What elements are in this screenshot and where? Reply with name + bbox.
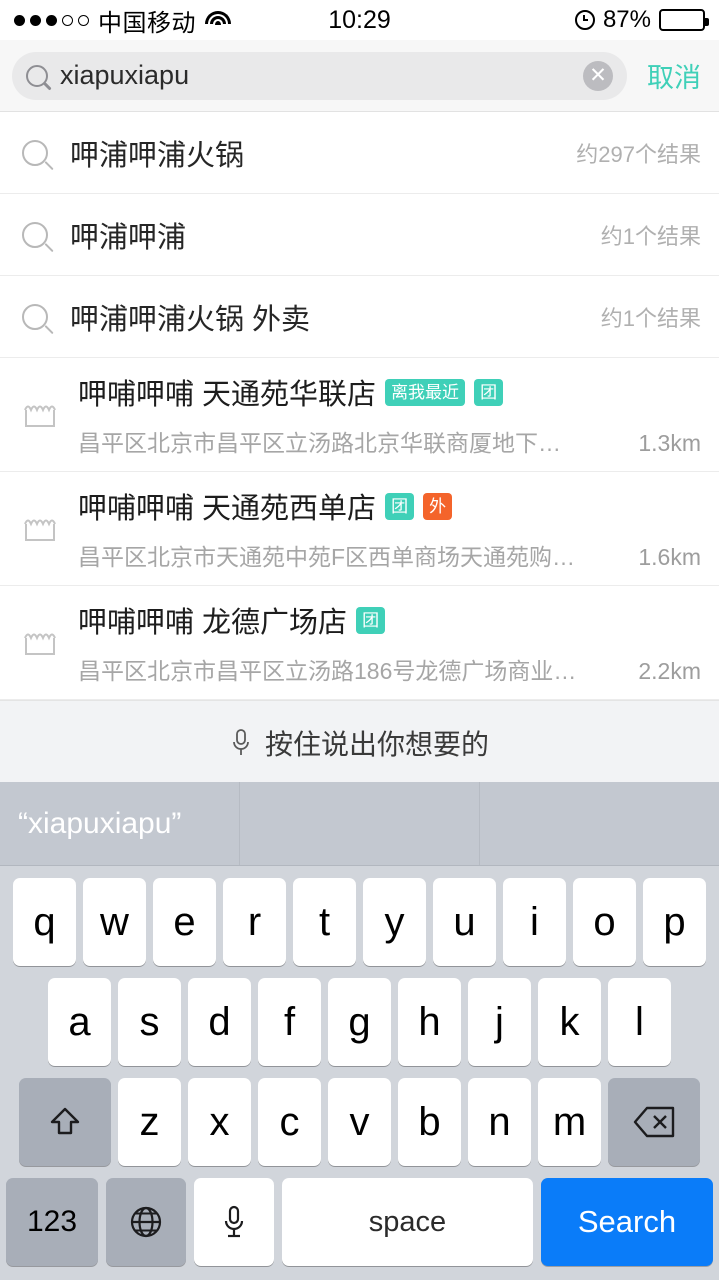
- poi-distance: 1.6km: [638, 544, 701, 570]
- search-icon: [22, 303, 48, 330]
- key-r[interactable]: r: [223, 878, 286, 966]
- storefront-icon: [22, 628, 58, 658]
- globe-icon[interactable]: [106, 1178, 186, 1266]
- key-s[interactable]: s: [118, 978, 181, 1066]
- suggestion-text: 呷浦呷浦: [70, 221, 187, 254]
- space-key[interactable]: space: [282, 1178, 533, 1266]
- poi-title: 呷哺呷哺 天通苑西单店: [78, 493, 377, 525]
- search-bar: xiapuxiapu ✕ 取消: [0, 40, 719, 112]
- key-y[interactable]: y: [363, 878, 426, 966]
- poi-title: 呷哺呷哺 龙德广场店: [78, 607, 348, 639]
- keyboard-row-1: q w e r t y u i o p: [0, 866, 719, 966]
- status-badge: 离我最近: [385, 378, 466, 406]
- status-bar-clock: 10:29: [328, 5, 391, 34]
- suggestion-list: 呷浦呷浦火锅 约297个结果 呷浦呷浦 约1个结果 呷浦呷浦火锅 外卖 约1个结…: [0, 112, 719, 700]
- key-x[interactable]: x: [188, 1078, 251, 1166]
- key-g[interactable]: g: [328, 978, 391, 1066]
- poi-sub-line: 昌平区北京市昌平区立汤路北京华联商厦地下… 1.3km: [78, 424, 701, 458]
- status-badge: 团: [474, 378, 504, 406]
- microphone-icon: [230, 728, 252, 758]
- clear-icon[interactable]: ✕: [583, 60, 613, 91]
- poi-address: 昌平区北京市天通苑中苑F区西单商场天通苑购…: [78, 544, 576, 570]
- poi-title-line: 呷哺呷哺 天通苑华联店 离我最近 团: [78, 371, 701, 413]
- poi-distance: 1.3km: [638, 430, 701, 456]
- suggestion-text: 呷浦呷浦火锅 外卖: [70, 303, 311, 336]
- poi-sub-line: 昌平区北京市昌平区立汤路186号龙德广场商业… 2.2km: [78, 652, 701, 686]
- keyboard-row-3: z x c v b n m: [0, 1066, 719, 1166]
- poi-address: 昌平区北京市昌平区立汤路北京华联商厦地下…: [78, 430, 561, 456]
- list-item[interactable]: 呷哺呷哺 天通苑华联店 离我最近 团 昌平区北京市昌平区立汤路北京华联商厦地下……: [0, 358, 719, 472]
- key-m[interactable]: m: [538, 1078, 601, 1166]
- key-w[interactable]: w: [83, 878, 146, 966]
- voice-search-bar[interactable]: 按住说出你想要的: [0, 700, 719, 784]
- alarm-icon: [574, 10, 595, 30]
- shift-arrow-icon[interactable]: [19, 1078, 111, 1166]
- status-bar: 中国移动 10:29 87%: [0, 0, 719, 40]
- prediction-candidate[interactable]: “xiapuxiapu”: [0, 782, 239, 865]
- key-o[interactable]: o: [573, 878, 636, 966]
- poi-body: 呷哺呷哺 天通苑华联店 离我最近 团 昌平区北京市昌平区立汤路北京华联商厦地下……: [78, 371, 701, 458]
- search-icon: [22, 221, 48, 248]
- result-count: 约297个结果: [576, 141, 701, 167]
- list-item[interactable]: 呷浦呷浦 约1个结果: [0, 194, 719, 276]
- storefront-icon: [22, 514, 58, 544]
- key-u[interactable]: u: [433, 878, 496, 966]
- key-e[interactable]: e: [153, 878, 216, 966]
- key-i[interactable]: i: [503, 878, 566, 966]
- poi-sub-line: 昌平区北京市天通苑中苑F区西单商场天通苑购… 1.6km: [78, 538, 701, 572]
- result-count: 约1个结果: [600, 305, 701, 331]
- list-item[interactable]: 呷哺呷哺 天通苑西单店 团 外 昌平区北京市天通苑中苑F区西单商场天通苑购… 1…: [0, 472, 719, 586]
- cancel-button[interactable]: 取消: [627, 56, 707, 95]
- backspace-icon[interactable]: [608, 1078, 700, 1166]
- key-q[interactable]: q: [13, 878, 76, 966]
- list-item[interactable]: 呷浦呷浦火锅 约297个结果: [0, 112, 719, 194]
- dictation-microphone-icon[interactable]: [194, 1178, 274, 1266]
- poi-body: 呷哺呷哺 天通苑西单店 团 外 昌平区北京市天通苑中苑F区西单商场天通苑购… 1…: [78, 485, 701, 572]
- key-f[interactable]: f: [258, 978, 321, 1066]
- search-input[interactable]: xiapuxiapu ✕: [12, 51, 627, 100]
- voice-prompt-text: 按住说出你想要的: [264, 728, 489, 760]
- key-k[interactable]: k: [538, 978, 601, 1066]
- suggestion-text: 呷浦呷浦火锅: [70, 139, 245, 172]
- poi-title-line: 呷哺呷哺 龙德广场店 团: [78, 599, 701, 641]
- key-v[interactable]: v: [328, 1078, 391, 1166]
- status-badge: 外: [423, 492, 453, 520]
- search-icon: [26, 64, 48, 87]
- key-t[interactable]: t: [293, 878, 356, 966]
- battery-icon: [659, 9, 709, 31]
- phone-screen: 中国移动 10:29 87% xiapuxiapu ✕ 取消 呷浦呷浦火锅 约2…: [0, 0, 719, 1280]
- list-item[interactable]: 呷哺呷哺 龙德广场店 团 昌平区北京市昌平区立汤路186号龙德广场商业… 2.2…: [0, 586, 719, 700]
- key-l[interactable]: l: [608, 978, 671, 1066]
- key-d[interactable]: d: [188, 978, 251, 1066]
- key-z[interactable]: z: [118, 1078, 181, 1166]
- keyboard-row-2: a s d f g h j k l: [0, 966, 719, 1066]
- key-a[interactable]: a: [48, 978, 111, 1066]
- poi-body: 呷哺呷哺 龙德广场店 团 昌平区北京市昌平区立汤路186号龙德广场商业… 2.2…: [78, 599, 701, 686]
- list-item[interactable]: 呷浦呷浦火锅 外卖 约1个结果: [0, 276, 719, 358]
- keyboard-row-4: 123 space Search: [0, 1166, 719, 1280]
- key-h[interactable]: h: [398, 978, 461, 1066]
- status-badge: 团: [385, 492, 415, 520]
- status-badge: 团: [356, 606, 386, 634]
- key-n[interactable]: n: [468, 1078, 531, 1166]
- poi-title-line: 呷哺呷哺 天通苑西单店 团 外: [78, 485, 701, 527]
- prediction-candidate[interactable]: [479, 782, 719, 865]
- numbers-key[interactable]: 123: [6, 1178, 98, 1266]
- search-input-value: xiapuxiapu: [60, 60, 190, 90]
- poi-distance: 2.2km: [638, 658, 701, 684]
- storefront-icon: [22, 400, 58, 430]
- result-count: 约1个结果: [600, 223, 701, 249]
- key-j[interactable]: j: [468, 978, 531, 1066]
- key-p[interactable]: p: [643, 878, 706, 966]
- key-c[interactable]: c: [258, 1078, 321, 1166]
- prediction-candidate[interactable]: [239, 782, 479, 865]
- keyboard: “xiapuxiapu” q w e r t y u i o p a s d f…: [0, 782, 719, 1280]
- search-icon: [22, 139, 48, 166]
- predictive-bar: “xiapuxiapu”: [0, 782, 719, 866]
- search-return-key[interactable]: Search: [541, 1178, 713, 1266]
- poi-title: 呷哺呷哺 天通苑华联店: [78, 379, 377, 411]
- poi-address: 昌平区北京市昌平区立汤路186号龙德广场商业…: [78, 658, 577, 684]
- key-b[interactable]: b: [398, 1078, 461, 1166]
